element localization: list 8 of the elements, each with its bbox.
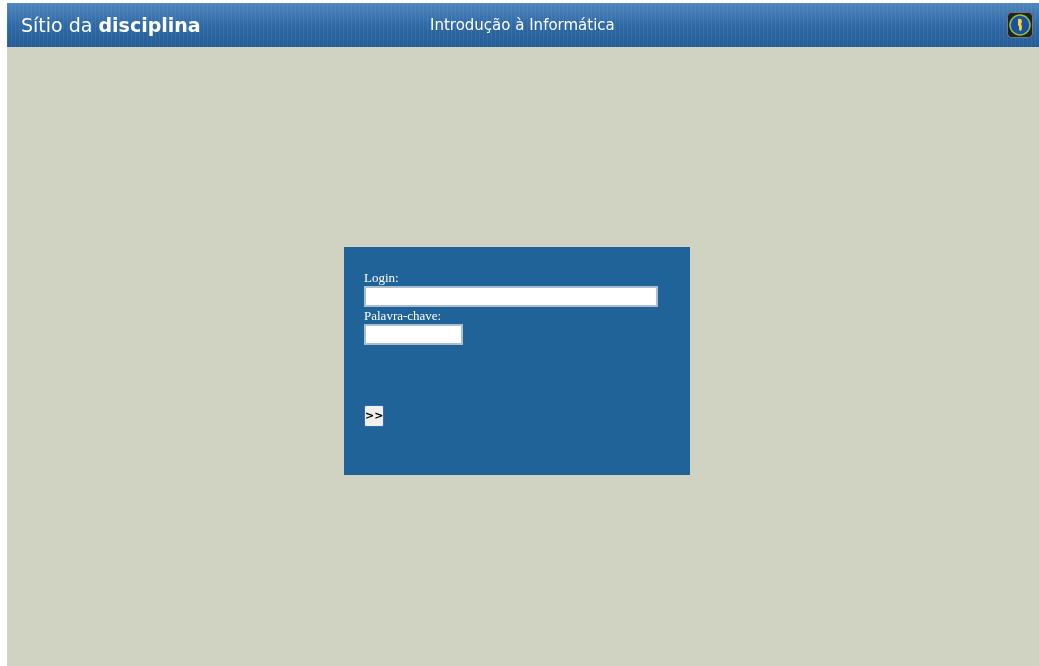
globe-icon[interactable]: [1007, 12, 1033, 38]
login-label: Login:: [364, 268, 400, 286]
password-label: Palavra-chave:: [364, 306, 443, 324]
login-field[interactable]: [364, 285, 658, 307]
submit-button[interactable]: >>: [364, 404, 384, 427]
site-title: Sítio da disciplina: [21, 12, 202, 38]
password-field[interactable]: [364, 323, 463, 345]
course-title: Introdução à Informática: [430, 14, 616, 36]
